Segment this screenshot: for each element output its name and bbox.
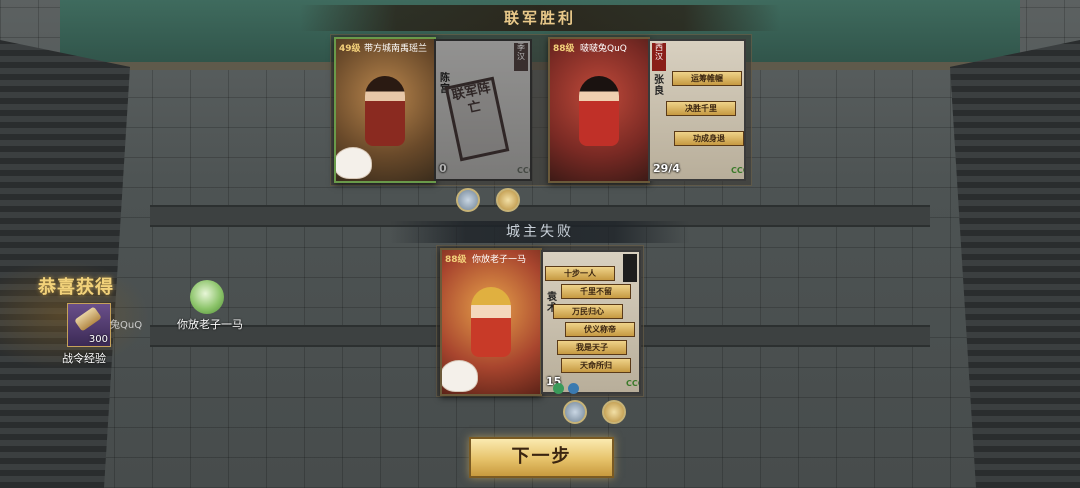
roof-right — [950, 40, 1080, 488]
player-portrait — [442, 264, 540, 394]
general-card-right[interactable]: 西汉 张良 运筹帷幄 决胜千里 功成身退 29/4 CCC — [648, 39, 746, 181]
reward-label: 战令经验 — [62, 352, 106, 365]
next-step-button[interactable]: 下一步 — [469, 437, 614, 478]
general-name: 张良 — [654, 75, 664, 97]
player-portrait — [336, 53, 434, 181]
reward-count: 300 — [88, 334, 108, 345]
character-figure — [579, 76, 619, 147]
general-marks: CCC — [626, 379, 639, 388]
skill-plaque: 十步一人 — [545, 266, 615, 281]
reward-title: 恭喜获得 — [38, 277, 114, 298]
general-card-left[interactable]: 季汉 陈宫 联军阵亡 0 CCC — [434, 39, 532, 181]
allied-team-panel: 49级 带方城南禹瑶兰 季汉 陈宫 联军阵亡 0 CCC 88级 啵啵兔QuQ … — [330, 34, 752, 186]
skill-plaque: 决胜千里 — [666, 101, 736, 116]
skill-plaque: 功成身退 — [674, 131, 744, 146]
player-card-left[interactable]: 49级 带方城南禹瑶兰 — [334, 37, 436, 183]
battle-scene: 联军胜利 49级 带方城南禹瑶兰 季汉 陈宫 联军阵亡 0 CCC 88级 啵啵… — [0, 0, 1080, 488]
general-marks: CCC — [731, 166, 744, 175]
reward-item[interactable]: 300 — [67, 303, 111, 347]
player-card-right[interactable]: 88级 啵啵兔QuQ — [548, 37, 650, 183]
general-card-lord[interactable]: 袁术 十步一人 千里不留 万民归心 伏义称帝 我是天子 天命所归 15 CCC — [541, 250, 641, 394]
defeated-stamp: 联军阵亡 — [444, 76, 510, 162]
skill-plaque: 我是天子 — [557, 340, 627, 355]
character-figure — [365, 76, 405, 147]
shield-mini-icon — [568, 383, 579, 394]
faction-flag — [623, 254, 637, 282]
general-hp: 29/4 — [653, 162, 680, 175]
general-marks: CCC — [517, 166, 530, 175]
player-label: 你放老子一马 — [177, 318, 243, 331]
cabbage-icon — [190, 280, 224, 314]
skill-plaque: 千里不留 — [561, 284, 631, 299]
heal-mini-icon — [553, 383, 564, 394]
result-banner-defeat: 城主失败 — [390, 221, 690, 243]
character-figure — [471, 287, 511, 358]
player-card-lord[interactable]: 88级 你放老子一马 — [440, 248, 542, 396]
player-portrait — [550, 53, 648, 181]
skill-plaque: 伏义称帝 — [565, 322, 635, 337]
general-hp: 0 — [439, 162, 447, 175]
fox-pet-icon — [336, 147, 372, 179]
result-banner-victory: 联军胜利 — [300, 5, 780, 31]
fox-pet-icon — [442, 360, 478, 392]
faction-flag: 西汉 — [652, 43, 666, 71]
skill-plaque: 万民归心 — [553, 304, 623, 319]
status-ring-icon[interactable] — [456, 188, 480, 212]
skill-plaque: 天命所归 — [561, 358, 631, 373]
flower-ring-icon[interactable] — [602, 400, 626, 424]
lord-team-panel: 88级 你放老子一马 袁术 十步一人 千里不留 万民归心 伏义称帝 我是天子 天… — [436, 245, 644, 397]
faction-flag: 季汉 — [514, 43, 528, 71]
skill-plaque: 运筹帷幄 — [672, 71, 742, 86]
flower-ring-icon[interactable] — [496, 188, 520, 212]
faded-player-name: 兔QuQ — [110, 320, 143, 331]
scroll-icon — [74, 306, 102, 332]
status-ring-icon[interactable] — [563, 400, 587, 424]
